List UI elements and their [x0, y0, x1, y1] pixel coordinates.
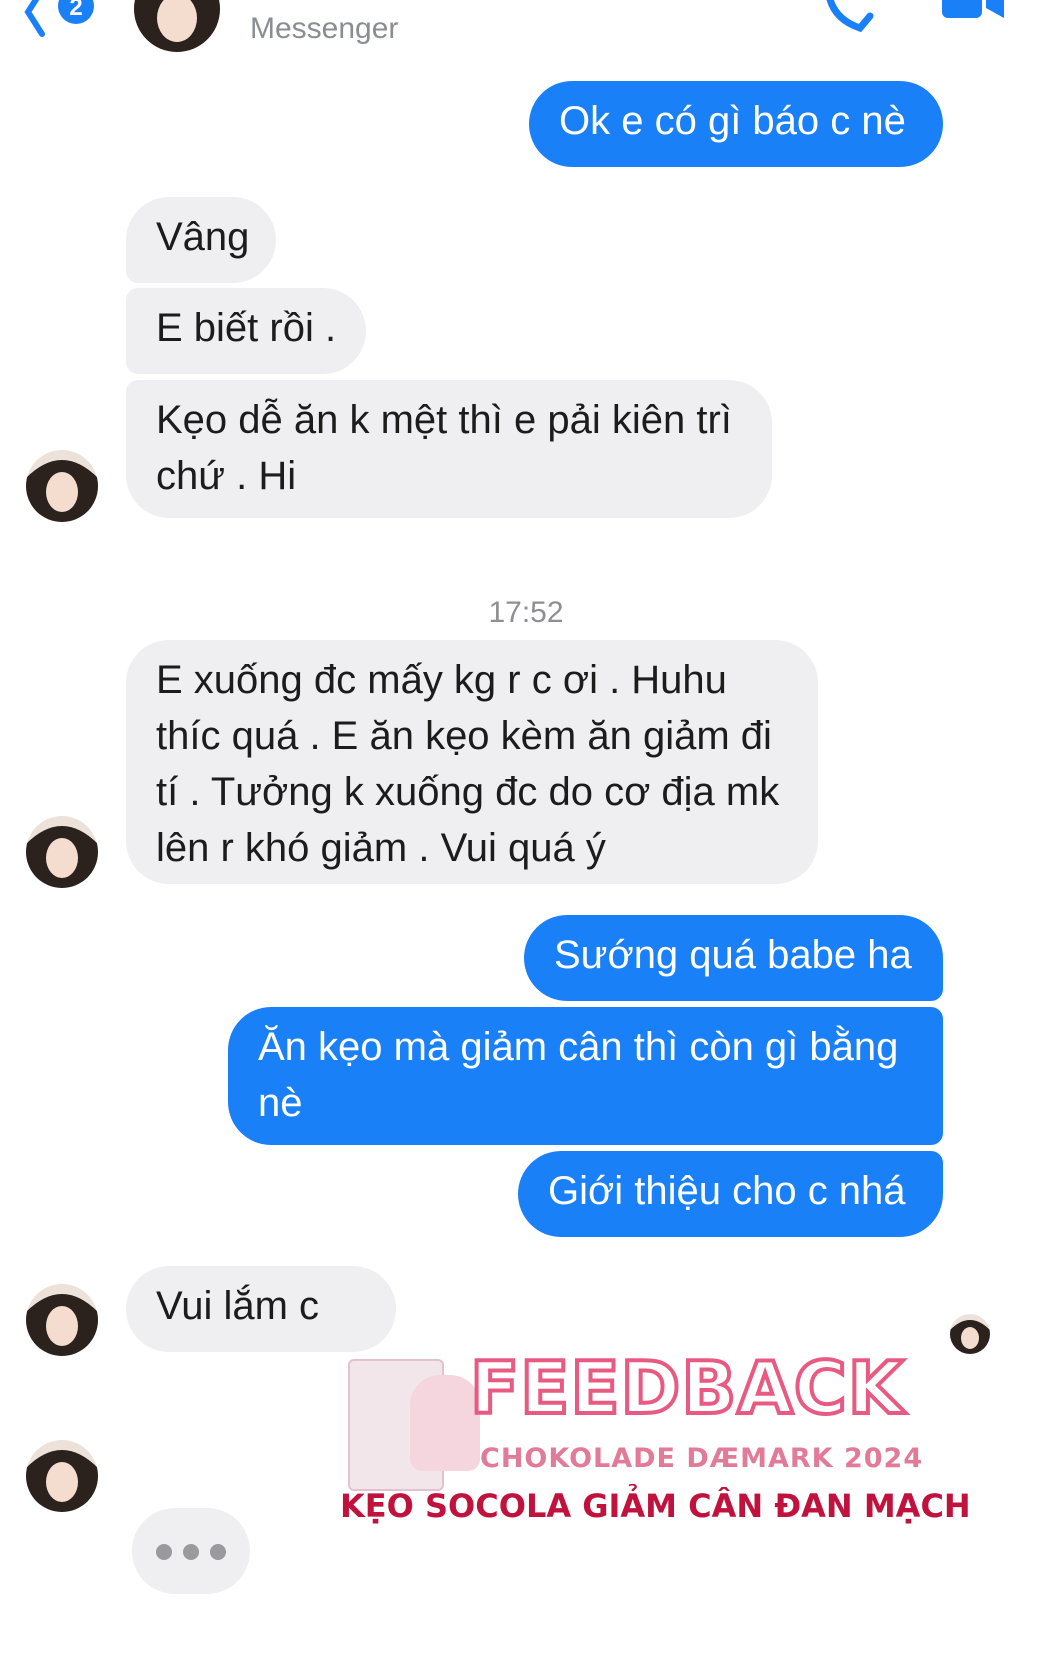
header-subtitle: Messenger — [250, 12, 399, 45]
typing-dot — [156, 1544, 172, 1560]
message-text: Ok e có gì báo c nè — [559, 99, 906, 143]
message-text-line: chứ . Hi — [156, 454, 297, 498]
typing-dot — [210, 1544, 226, 1560]
message-incoming[interactable]: E biết rồi . — [126, 288, 366, 374]
message-text-line: Kẹo dễ ăn k mệt thì e pải kiên trì — [156, 398, 732, 442]
video-call-button[interactable] — [940, 0, 1020, 26]
message-text: Vui lắm c — [156, 1284, 320, 1328]
promo-title: FEEDBACK — [468, 1344, 906, 1432]
message-outgoing[interactable]: Ăn kẹo mà giảm cân thì còn gì bằng nè — [228, 1007, 943, 1145]
message-text: E biết rồi . — [156, 306, 337, 350]
back-button[interactable]: 2 — [22, 0, 94, 38]
avatar-photo-icon — [134, 0, 220, 52]
avatar-photo-icon — [950, 1314, 990, 1354]
message-outgoing[interactable]: Ok e có gì báo c nè — [529, 81, 943, 167]
avatar-photo-icon — [26, 450, 98, 522]
contact-avatar[interactable] — [134, 0, 220, 52]
avatar-photo-icon — [26, 1440, 98, 1512]
promo-subtitle: CHOKOLADE DÆMARK 2024 — [480, 1443, 924, 1474]
chat-header: 2 Messenger — [0, 0, 1052, 62]
message-text-line: lên r khó giảm . Vui quá ý — [156, 826, 606, 870]
message-outgoing[interactable]: Giới thiệu cho c nhá — [518, 1151, 943, 1237]
sender-avatar[interactable] — [26, 1284, 98, 1356]
sender-avatar[interactable] — [26, 450, 98, 522]
video-camera-icon — [942, 0, 1004, 18]
message-incoming[interactable]: Vui lắm c — [126, 1266, 396, 1352]
sender-avatar[interactable] — [26, 816, 98, 888]
avatar-photo-icon — [26, 816, 98, 888]
promo-product-name: KẸO SOCOLA GIẢM CÂN ĐAN MẠCH — [340, 1487, 971, 1525]
message-incoming[interactable]: E xuống đc mấy kg r c ơi . Huhu thíc quá… — [126, 640, 818, 884]
chevron-left-icon: 2 — [24, 0, 94, 37]
message-text: Giới thiệu cho c nhá — [548, 1169, 906, 1213]
message-outgoing[interactable]: Sướng quá babe ha — [524, 915, 943, 1001]
message-text: Vâng — [156, 215, 250, 259]
promo-overlay: FEEDBACK CHOKOLADE DÆMARK 2024 KẸO SOCOL… — [340, 1344, 971, 1545]
typing-dot — [183, 1544, 199, 1560]
message-incoming[interactable]: Kẹo dễ ăn k mệt thì e pải kiên trì chứ .… — [126, 380, 772, 518]
message-text-line: nè — [258, 1081, 303, 1125]
message-text-line: Ăn kẹo mà giảm cân thì còn gì bằng — [258, 1025, 899, 1069]
read-receipt-avatar — [950, 1314, 990, 1354]
unread-count-badge: 2 — [69, 0, 82, 21]
sender-avatar[interactable] — [26, 1440, 98, 1512]
message-incoming[interactable]: Vâng — [126, 197, 276, 283]
message-text: Sướng quá babe ha — [554, 933, 912, 977]
message-timestamp: 17:52 — [488, 596, 564, 629]
call-button[interactable] — [820, 0, 880, 38]
phone-icon — [826, 0, 874, 33]
message-text-line: tí . Tưởng k xuống đc do cơ địa mk — [156, 770, 780, 814]
typing-indicator — [132, 1508, 250, 1594]
avatar-photo-icon — [26, 1284, 98, 1356]
message-text-line: thíc quá . E ăn kẹo kèm ăn giảm đi — [156, 714, 772, 758]
message-text-line: E xuống đc mấy kg r c ơi . Huhu — [156, 658, 727, 702]
